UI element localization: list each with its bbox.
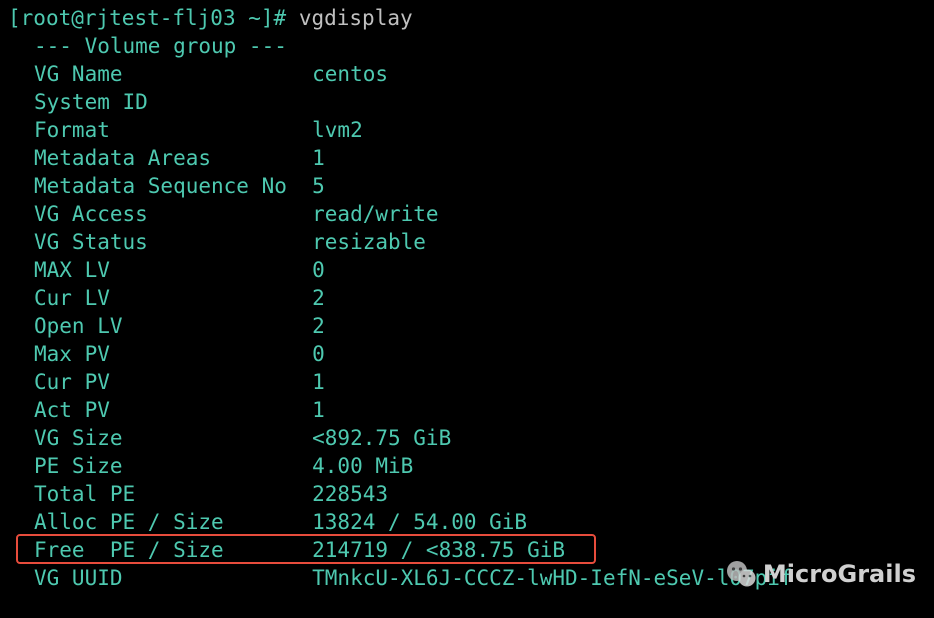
prompt-hash: # <box>274 6 299 30</box>
vg-row: MAX LV 0 <box>8 256 926 284</box>
vg-row: VG Access read/write <box>8 200 926 228</box>
vg-row: Cur PV 1 <box>8 368 926 396</box>
watermark: MicroGrails <box>723 556 916 592</box>
vg-output-block: VG Name centosSystem ID Format lvm2Metad… <box>8 60 926 592</box>
vg-row: Alloc PE / Size 13824 / 54.00 GiB <box>8 508 926 536</box>
vg-row: Metadata Areas 1 <box>8 144 926 172</box>
watermark-text: MicroGrails <box>763 560 916 588</box>
vg-row: PE Size 4.00 MiB <box>8 452 926 480</box>
vg-row: Open LV 2 <box>8 312 926 340</box>
wechat-icon <box>723 556 759 592</box>
vg-row: Act PV 1 <box>8 396 926 424</box>
bracket-close: ] <box>261 6 274 30</box>
vg-row: Metadata Sequence No 5 <box>8 172 926 200</box>
terminal-prompt[interactable]: [root@rjtest-flj03 ~]# vgdisplay <box>8 4 926 32</box>
command-text: vgdisplay <box>299 6 413 30</box>
cwd: ~ <box>236 6 261 30</box>
vg-row: Format lvm2 <box>8 116 926 144</box>
vg-row: Max PV 0 <box>8 340 926 368</box>
vg-row: VG Name centos <box>8 60 926 88</box>
vg-row: VG Status resizable <box>8 228 926 256</box>
vg-row: VG Size <892.75 GiB <box>8 424 926 452</box>
bracket-open: [ <box>8 6 21 30</box>
vg-row: System ID <box>8 88 926 116</box>
vg-row: Cur LV 2 <box>8 284 926 312</box>
user-host: root@rjtest-flj03 <box>21 6 236 30</box>
vg-row: Total PE 228543 <box>8 480 926 508</box>
vg-section-header: --- Volume group --- <box>8 32 926 60</box>
